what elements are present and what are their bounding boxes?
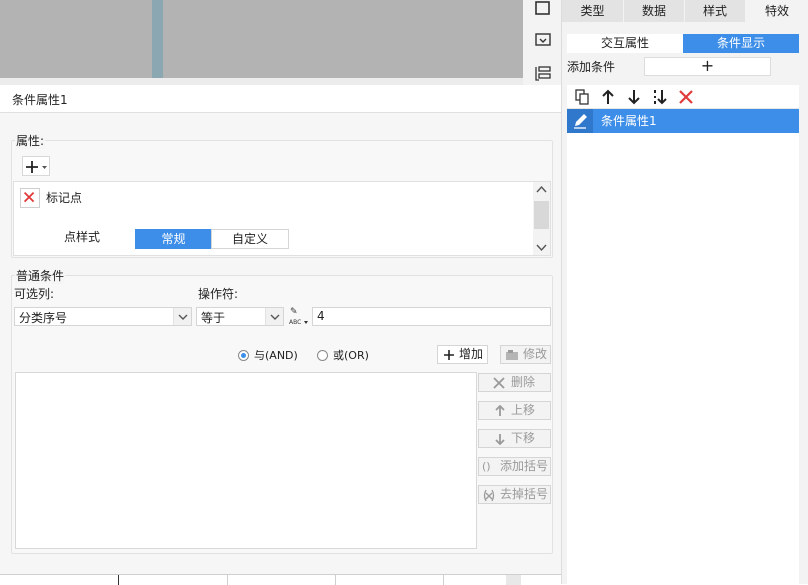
close-icon	[23, 191, 35, 203]
operator-label: 操作符:	[198, 287, 239, 301]
add-bracket-button[interactable]: () 添加括号	[478, 457, 551, 476]
scroll-up-icon[interactable]	[536, 185, 547, 195]
copy-icon[interactable]	[573, 88, 591, 106]
edit-icon[interactable]	[567, 109, 593, 133]
arrow-down-icon[interactable]	[625, 88, 643, 106]
condition-expression-list[interactable]	[15, 372, 477, 549]
attribute-item-label: 标记点	[46, 191, 83, 205]
move-down-button[interactable]: 下移	[478, 429, 551, 448]
vertical-toolbar	[523, 0, 561, 85]
modify-icon	[506, 350, 518, 360]
move-up-button[interactable]: 上移	[478, 401, 551, 420]
svg-text:✎: ✎	[290, 307, 298, 317]
column-label: 可选列:	[14, 287, 55, 301]
delete-button-label: 删除	[511, 375, 536, 389]
add-condition-button[interactable]: +	[644, 57, 771, 76]
svg-text:ABC: ABC	[289, 319, 301, 326]
add-condition-label: 添加条件	[567, 60, 616, 74]
remove-bracket-icon	[483, 489, 495, 502]
modify-button-label: 修改	[523, 347, 548, 361]
layer-icon[interactable]	[534, 64, 552, 82]
value-input[interactable]: 4	[312, 307, 551, 326]
widget-icon[interactable]	[534, 31, 552, 49]
list-item[interactable]: 条件属性1	[567, 109, 799, 133]
condition-list: 条件属性1	[567, 109, 799, 584]
delete-button[interactable]: 删除	[478, 373, 551, 392]
arrow-up-icon	[495, 405, 505, 416]
segment-interaction[interactable]: 交互属性	[567, 34, 683, 53]
style-normal-toggle[interactable]: 常规	[135, 229, 212, 249]
bottom-tab-strip	[0, 574, 561, 585]
attributes-group-label: 属性:	[15, 132, 46, 149]
column-select-value: 分类序号	[19, 311, 68, 325]
style-custom-toggle[interactable]: 自定义	[211, 229, 289, 249]
add-attribute-button[interactable]	[22, 156, 50, 176]
plus-dropdown-icon	[26, 161, 47, 173]
delete-icon[interactable]	[677, 88, 695, 106]
condition-group-label: 普通条件	[15, 267, 66, 284]
or-radio[interactable]	[317, 350, 328, 361]
delete-icon	[493, 377, 505, 389]
plus-icon	[444, 350, 454, 360]
move-up-button-label: 上移	[511, 403, 536, 417]
or-label: 或(OR)	[333, 349, 369, 362]
remove-attribute-button[interactable]	[20, 188, 40, 208]
move-bottom-icon[interactable]	[651, 88, 669, 106]
point-style-label: 点样式	[64, 230, 101, 244]
arrow-up-icon[interactable]	[599, 88, 617, 106]
canvas-scrollbar[interactable]	[0, 78, 523, 85]
frame-icon[interactable]	[534, 0, 552, 18]
condition-list-toolbar	[567, 85, 799, 109]
and-label: 与(AND)	[254, 349, 298, 362]
remove-bracket-button[interactable]: 去掉括号	[478, 485, 551, 504]
canvas-preview	[0, 0, 523, 78]
move-down-button-label: 下移	[511, 431, 536, 445]
scroll-down-icon[interactable]	[536, 242, 547, 252]
chevron-down-icon	[173, 308, 191, 325]
dialog-title: 条件属性1	[12, 93, 68, 107]
list-item-label: 条件属性1	[601, 114, 657, 128]
chart-column-preview	[152, 0, 163, 78]
attribute-scrollbar[interactable]	[533, 182, 550, 255]
value-input-text: 4	[317, 309, 325, 323]
chevron-down-icon	[265, 308, 283, 325]
tab-data[interactable]: 数据	[624, 0, 685, 22]
tab-type[interactable]: 类型	[562, 0, 624, 22]
modify-button[interactable]: 修改	[500, 345, 551, 364]
operator-select[interactable]: 等于	[196, 307, 284, 326]
arrow-down-icon	[495, 434, 505, 445]
column-select[interactable]: 分类序号	[14, 307, 192, 326]
remove-bracket-button-label: 去掉括号	[500, 487, 549, 501]
dialog-title-bar: 条件属性1	[0, 85, 561, 113]
scrollbar-thumb[interactable]	[534, 201, 549, 229]
add-bracket-button-label: 添加括号	[500, 459, 549, 473]
segment-conditional-display[interactable]: 条件显示	[683, 34, 799, 53]
tab-style[interactable]: 样式	[685, 0, 746, 22]
add-button-label: 增加	[459, 347, 484, 361]
add-button[interactable]: 增加	[437, 345, 488, 364]
operator-select-value: 等于	[201, 311, 226, 325]
and-radio[interactable]	[238, 350, 249, 361]
bracket-icon: ()	[482, 460, 491, 473]
right-property-panel: 类型 数据 样式 特效 交互属性 条件显示 添加条件 + 条件属性1	[561, 0, 808, 584]
value-type-icon[interactable]: ✎ ABC	[288, 305, 310, 327]
tab-effects[interactable]: 特效	[746, 0, 808, 22]
